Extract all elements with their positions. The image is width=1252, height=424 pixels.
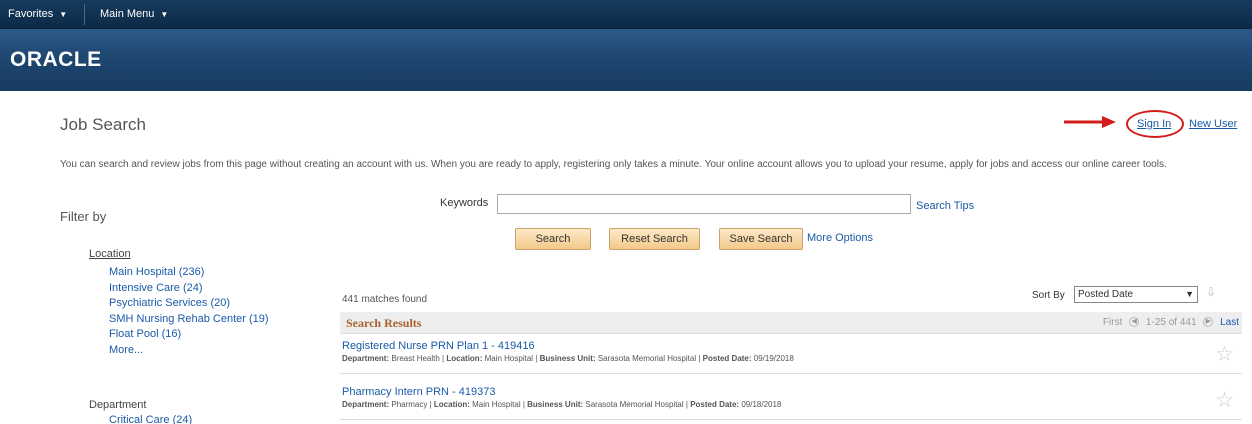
sign-in-link[interactable]: Sign In [1137,118,1171,130]
brand-banner [0,29,1252,91]
reset-search-button[interactable]: Reset Search [609,228,700,250]
meta-label: Posted Date: [702,354,752,363]
meta-label: Posted Date: [690,400,740,409]
sort-direction-icon[interactable]: ⇩ [1206,285,1216,299]
intro-text: You can search and review jobs from this… [60,159,1167,170]
search-tips-link[interactable]: Search Tips [916,200,974,212]
location-filter-label: Location [89,248,131,260]
location-filter-item[interactable]: Psychiatric Services (20) [109,296,269,312]
previous-page-icon[interactable]: ◀ [1129,317,1140,328]
job-meta: Department: Breast Health | Location: Ma… [342,354,794,363]
search-results-title: Search Results [346,316,422,330]
sort-by-value: Posted Date [1078,289,1134,300]
location-filter-item[interactable]: Float Pool (16) [109,327,269,343]
caret-down-icon: ▼ [59,10,68,19]
job-meta: Department: Pharmacy | Location: Main Ho… [342,400,782,409]
favorites-menu[interactable]: Favorites ▼ [8,0,67,29]
job-business-unit: Sarasota Memorial Hospital [585,400,684,409]
department-filter-label: Department [89,399,147,411]
matches-count: 441 matches found [342,294,428,305]
location-filter-item[interactable]: SMH Nursing Rehab Center (19) [109,312,269,328]
meta-label: Department: [342,400,390,409]
location-filter-item[interactable]: Main Hospital (236) [109,265,269,281]
meta-label: Department: [342,354,390,363]
favorites-label: Favorites [8,8,54,20]
main-menu-label: Main Menu [100,8,155,20]
meta-label: Location: [446,354,483,363]
job-row: Registered Nurse PRN Plan 1 - 419416 Dep… [340,336,1242,374]
keywords-label: Keywords [440,197,489,209]
job-department: Pharmacy [391,400,428,409]
job-posted-date: 09/18/2018 [741,400,782,409]
save-search-button[interactable]: Save Search [719,228,803,250]
location-filter-item[interactable]: Intensive Care (24) [109,281,269,297]
more-options-link[interactable]: More Options [807,232,873,244]
red-arrow-icon [1064,116,1116,128]
pager-last[interactable]: Last [1220,317,1239,328]
oracle-logo: ORACLE [10,48,102,71]
sort-by-label: Sort By [1032,290,1065,301]
star-icon[interactable]: ☆ [1215,388,1234,413]
new-user-link[interactable]: New User [1189,118,1237,130]
job-location: Main Hospital [484,354,534,363]
meta-label: Location: [433,400,470,409]
meta-label: Business Unit: [527,400,584,409]
department-filter-item[interactable]: Critical Care (24) [109,414,192,424]
keywords-input[interactable] [497,194,911,214]
search-button[interactable]: Search [515,228,591,250]
job-title-link[interactable]: Pharmacy Intern PRN - 419373 [342,386,495,398]
caret-down-icon: ▼ [160,10,169,19]
job-title-link[interactable]: Registered Nurse PRN Plan 1 - 419416 [342,340,535,352]
sort-by-select[interactable]: Posted Date ▼ [1074,286,1198,303]
filter-by-heading: Filter by [60,209,107,224]
job-posted-date: 09/19/2018 [753,354,794,363]
chevron-down-icon: ▼ [1185,289,1194,299]
pager-range: 1-25 of 441 [1145,317,1197,328]
nav-divider [84,4,85,25]
meta-label: Business Unit: [539,354,596,363]
pager-first[interactable]: First [1103,317,1122,328]
location-more-link[interactable]: More... [109,343,269,359]
location-filter-list: Main Hospital (236) Intensive Care (24) … [109,265,269,358]
job-department: Breast Health [391,354,440,363]
top-nav-bar: Favorites ▼ Main Menu ▼ [0,0,1252,29]
main-menu[interactable]: Main Menu ▼ [100,0,168,29]
next-page-icon[interactable]: ▶ [1203,317,1214,328]
star-icon[interactable]: ☆ [1215,342,1234,367]
job-row: Pharmacy Intern PRN - 419373 Department:… [340,382,1242,420]
job-location: Main Hospital [472,400,521,409]
results-pager: First ◀ 1-25 of 441 ▶ Last [1103,317,1239,328]
search-results-header: Search Results First ◀ 1-25 of 441 ▶ Las… [340,312,1242,334]
job-business-unit: Sarasota Memorial Hospital [597,354,697,363]
page-title: Job Search [60,115,146,134]
